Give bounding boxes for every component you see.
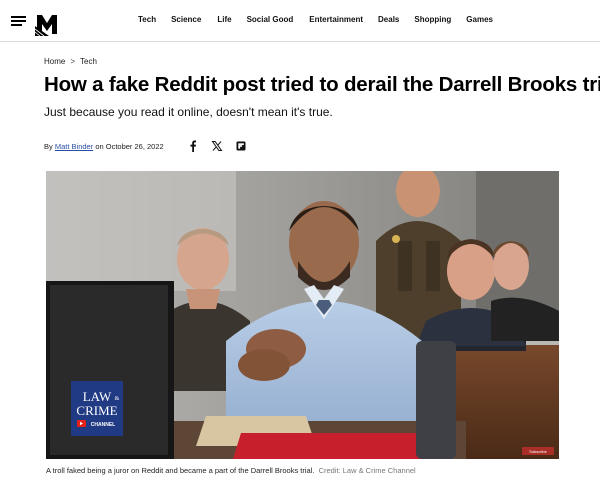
publish-date: on October 26, 2022 [95,142,164,151]
flipboard-icon[interactable] [234,139,248,153]
subscribe-label: Subscribe [529,449,548,454]
mashable-logo[interactable] [35,12,59,36]
article-subtitle: Just because you read it online, doesn't… [44,105,333,119]
breadcrumb-tech[interactable]: Tech [80,57,97,66]
breadcrumb-separator: > [70,57,76,66]
courtroom-photo: LAW & CRIME CHANNEL Subscribe [46,171,559,459]
watermark-law: LAW [83,389,112,404]
nav-life[interactable]: Life [217,15,231,24]
article-title: How a fake Reddit post tried to derail t… [44,73,600,96]
nav-social-good[interactable]: Social Good [247,15,294,24]
image-caption: A troll faked being a juror on Reddit an… [46,466,416,475]
byline-prefix: By [44,142,53,151]
caption-credit: Credit: Law & Crime Channel [318,466,416,475]
article-hero-image: LAW & CRIME CHANNEL Subscribe [46,171,559,459]
author-link[interactable]: Matt Binder [55,142,93,151]
nav-entertainment[interactable]: Entertainment [309,15,363,24]
nav-tech[interactable]: Tech [138,15,156,24]
watermark-crime: CRIME [76,403,117,418]
menu-icon[interactable] [11,16,26,26]
breadcrumb-home[interactable]: Home [44,57,65,66]
facebook-icon[interactable] [186,139,200,153]
breadcrumb: Home > Tech [44,57,97,66]
nav-science[interactable]: Science [171,15,201,24]
watermark-amp: & [115,396,120,402]
watermark-channel: CHANNEL [91,422,115,428]
byline: By Matt Binder on October 26, 2022 [44,142,164,151]
x-icon[interactable] [210,139,224,153]
nav-deals[interactable]: Deals [378,15,399,24]
caption-text: A troll faked being a juror on Reddit an… [46,466,315,475]
nav-shopping[interactable]: Shopping [414,15,451,24]
site-header: Tech Science Life Social Good Entertainm… [0,0,600,42]
main-nav: Tech Science Life Social Good Entertainm… [138,15,493,24]
nav-games[interactable]: Games [466,15,493,24]
